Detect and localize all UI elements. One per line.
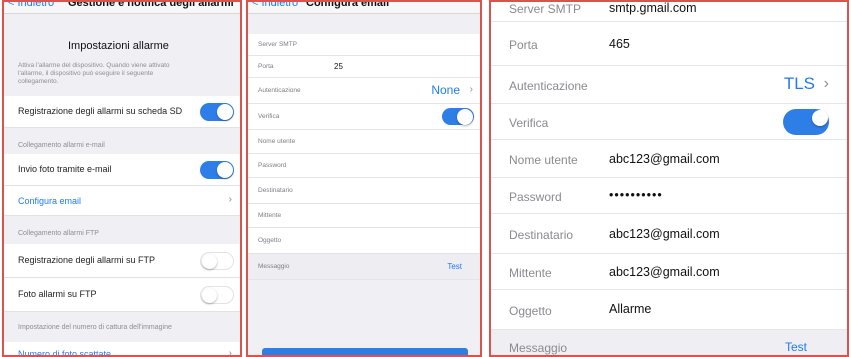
ftp-section-header: Collegamento allarmi FTP — [18, 230, 99, 237]
sd-record-row[interactable]: Registrazione degli allarmi su scheda SD — [4, 96, 240, 128]
username-label: Nome utente — [258, 138, 296, 145]
ftp-photo-toggle[interactable] — [200, 286, 234, 304]
description-line: Attiva l'allarme del dispositivo. Quando… — [18, 62, 170, 69]
password-row[interactable]: Password •••••••••• — [491, 178, 847, 214]
sender-label: Mittente — [258, 212, 282, 219]
verify-row[interactable]: Verifica — [491, 104, 847, 140]
recipient-row[interactable]: Destinatario abc123@gmail.com — [491, 214, 847, 254]
email-section-header: Collegamento allarmi e-mail — [18, 142, 105, 149]
smtp-server-row[interactable]: Server SMTP — [248, 34, 480, 56]
chevron-right-icon: › — [228, 348, 232, 357]
message-label: Messaggio — [509, 341, 568, 355]
spacer — [248, 14, 480, 34]
verify-row[interactable]: Verifica — [248, 104, 480, 130]
username-row[interactable]: Nome utente — [248, 130, 480, 154]
subject-row[interactable]: Oggetto Allarme — [491, 290, 847, 330]
verify-toggle[interactable] — [783, 109, 829, 135]
configure-email-panel-empty: < Indietro Configura email Server SMTP P… — [246, 0, 482, 357]
screenshot-collage: < Indietro Gestione e notifica degli all… — [0, 0, 851, 357]
auth-row[interactable]: Autenticazione None › — [248, 78, 480, 104]
chevron-right-icon: › — [228, 194, 232, 205]
username-label: Nome utente — [509, 153, 578, 167]
message-row[interactable]: Messaggio Test — [491, 330, 847, 355]
nav-bar: < Indietro Configura email — [248, 0, 480, 14]
section-header: Impostazioni allarme — [68, 40, 169, 52]
configure-email-row[interactable]: Configura email › — [4, 186, 240, 216]
smtp-server-row[interactable]: Server SMTP smtp.gmail.com — [491, 2, 847, 22]
subject-row[interactable]: Oggetto — [248, 228, 480, 254]
auth-value[interactable]: TLS — [784, 74, 815, 94]
capture-section-header: Impostazione del numero di cattura dell'… — [18, 324, 172, 331]
verify-label: Verifica — [509, 116, 549, 130]
ftp-photo-row[interactable]: Foto allarmi su FTP — [4, 278, 240, 312]
smtp-server-label: Server SMTP — [258, 41, 298, 48]
message-row[interactable]: Messaggio Test — [248, 254, 480, 280]
ftp-photo-label: Foto allarmi su FTP — [18, 289, 97, 299]
recipient-row[interactable]: Destinatario — [248, 178, 480, 204]
alarm-settings-panel: < Indietro Gestione e notifica degli all… — [2, 0, 242, 357]
port-label: Porta — [258, 63, 274, 70]
email-photo-label: Invio foto tramite e-mail — [18, 164, 112, 174]
photo-count-label[interactable]: Numero di foto scattate — [18, 349, 111, 355]
recipient-label: Destinatario — [258, 187, 293, 194]
sender-label: Mittente — [509, 266, 552, 280]
recipient-value[interactable]: abc123@gmail.com — [609, 227, 720, 241]
message-label: Messaggio — [258, 263, 290, 270]
password-value[interactable]: •••••••••• — [609, 188, 663, 202]
auth-value[interactable]: None — [431, 83, 460, 97]
sd-record-label: Registrazione degli allarmi su scheda SD — [18, 106, 183, 116]
port-value[interactable]: 25 — [334, 62, 343, 71]
smtp-server-label: Server SMTP — [509, 2, 582, 16]
subject-label: Oggetto — [509, 304, 552, 318]
save-button[interactable] — [262, 348, 468, 355]
sd-record-toggle[interactable] — [200, 103, 234, 121]
password-label: Password — [258, 162, 287, 169]
username-row[interactable]: Nome utente abc123@gmail.com — [491, 140, 847, 178]
configure-email-panel-filled: Server SMTP smtp.gmail.com Porta 465 Aut… — [489, 0, 849, 357]
subject-value[interactable]: Allarme — [609, 302, 651, 316]
sender-row[interactable]: Mittente — [248, 204, 480, 228]
verify-label: Verifica — [258, 113, 280, 120]
test-link[interactable]: Test — [447, 262, 462, 271]
test-link[interactable]: Test — [785, 340, 807, 354]
configure-email-link[interactable]: Configura email — [18, 196, 81, 206]
back-button[interactable]: < Indietro — [252, 2, 298, 9]
username-value[interactable]: abc123@gmail.com — [609, 152, 720, 166]
subject-label: Oggetto — [258, 237, 282, 244]
chevron-right-icon: › — [469, 84, 473, 95]
ftp-record-toggle[interactable] — [200, 252, 234, 270]
port-row[interactable]: Porta 25 — [248, 56, 480, 78]
photo-count-row[interactable]: Numero di foto scattate › — [4, 342, 240, 357]
nav-bar: < Indietro Gestione e notifica degli all… — [4, 0, 240, 14]
password-label: Password — [509, 190, 562, 204]
empty-area — [248, 280, 480, 355]
email-photo-row[interactable]: Invio foto tramite e-mail — [4, 154, 240, 186]
email-photo-toggle[interactable] — [200, 161, 234, 179]
auth-label: Autenticazione — [509, 79, 588, 93]
verify-toggle[interactable] — [442, 108, 474, 125]
ftp-record-label: Registrazione degli allarmi su FTP — [18, 255, 156, 265]
recipient-label: Destinatario — [509, 228, 574, 242]
nav-title: Gestione e notifica degli allarmi — [68, 0, 234, 9]
password-row[interactable]: Password — [248, 154, 480, 178]
port-label: Porta — [509, 38, 538, 52]
port-row[interactable]: Porta 465 — [491, 22, 847, 66]
sender-row[interactable]: Mittente abc123@gmail.com — [491, 254, 847, 290]
auth-label: Autenticazione — [258, 87, 301, 94]
smtp-server-value[interactable]: smtp.gmail.com — [609, 2, 697, 15]
auth-row[interactable]: Autenticazione TLS › — [491, 66, 847, 104]
ftp-record-row[interactable]: Registrazione degli allarmi su FTP — [4, 244, 240, 278]
description-line: collegamento. — [18, 78, 59, 85]
chevron-right-icon: › — [823, 75, 829, 92]
back-button[interactable]: < Indietro — [8, 2, 54, 9]
description-line: l'allarme, il dispositivo può eseguire i… — [18, 70, 154, 77]
sender-value[interactable]: abc123@gmail.com — [609, 265, 720, 279]
nav-title: Configura email — [306, 0, 390, 9]
port-value[interactable]: 465 — [609, 37, 630, 51]
